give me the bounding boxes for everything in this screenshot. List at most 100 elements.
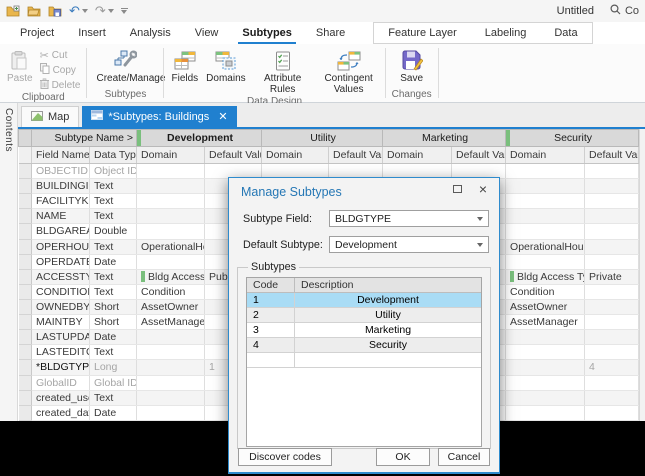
save-project-icon[interactable] xyxy=(48,5,62,17)
fields-button[interactable]: Fields xyxy=(167,47,202,86)
row-selector[interactable] xyxy=(19,209,32,224)
subtype-code-cell[interactable]: 3 xyxy=(247,323,295,337)
cell-value[interactable] xyxy=(137,224,205,239)
cell-value[interactable]: Condition xyxy=(506,284,585,299)
redo-button[interactable]: ↷ xyxy=(95,5,114,17)
subtype-field-dropdown[interactable]: BLDGTYPE xyxy=(329,210,489,227)
cell-data-type[interactable]: Text xyxy=(90,239,137,254)
column-header-default-value[interactable]: Default Value xyxy=(205,147,262,164)
contextual-tab-data[interactable]: Data xyxy=(540,23,591,43)
cell-field-name[interactable]: LASTUPDATE xyxy=(32,330,90,345)
subtype-description-cell[interactable]: Security xyxy=(295,338,481,352)
column-header-data-type[interactable]: Data Type xyxy=(90,147,137,164)
command-search[interactable]: Co xyxy=(610,4,639,18)
column-header-domain[interactable]: Domain xyxy=(383,147,452,164)
cell-data-type[interactable]: Text xyxy=(90,209,137,224)
group-header-security[interactable]: Security xyxy=(506,130,639,147)
cell-field-name[interactable]: OBJECTID xyxy=(32,164,90,179)
column-header-default-value[interactable]: Default Value xyxy=(585,147,639,164)
row-selector[interactable] xyxy=(19,345,32,360)
delete-button[interactable]: Delete xyxy=(37,78,84,92)
cell-data-type[interactable]: Text xyxy=(90,284,137,299)
column-header-default-value[interactable]: Default Value xyxy=(452,147,506,164)
subtype-code-row[interactable] xyxy=(247,353,481,368)
cell-value[interactable] xyxy=(137,345,205,360)
cell-value[interactable] xyxy=(506,390,585,405)
cell-field-name[interactable]: created_date xyxy=(32,405,90,420)
subtype-code-cell[interactable]: 2 xyxy=(247,308,295,322)
cell-value[interactable]: AssetManager xyxy=(137,315,205,330)
description-column-header[interactable]: Description xyxy=(295,278,481,292)
cell-value[interactable] xyxy=(506,179,585,194)
code-column-header[interactable]: Code xyxy=(247,278,295,292)
contextual-tab-feature-layer[interactable]: Feature Layer xyxy=(374,23,470,43)
cell-value[interactable] xyxy=(585,299,639,314)
group-header-utility[interactable]: Utility xyxy=(262,130,383,147)
cell-value[interactable] xyxy=(137,360,205,375)
cell-value[interactable] xyxy=(137,375,205,390)
ribbon-tab-subtypes[interactable]: Subtypes xyxy=(230,22,304,44)
cell-value[interactable]: AssetOwner xyxy=(137,299,205,314)
default-subtype-dropdown[interactable]: Development xyxy=(329,236,489,253)
cut-button[interactable]: ✂Cut xyxy=(37,48,84,62)
cell-field-name[interactable]: GlobalID xyxy=(32,375,90,390)
cell-value[interactable] xyxy=(585,284,639,299)
cell-value[interactable] xyxy=(137,330,205,345)
cell-value[interactable] xyxy=(585,224,639,239)
row-selector[interactable] xyxy=(19,405,32,420)
document-tab-subtypes[interactable]: *Subtypes: Buildings✕ xyxy=(82,106,236,127)
cell-field-name[interactable]: BUILDINGID xyxy=(32,179,90,194)
cell-field-name[interactable]: OWNEDBY xyxy=(32,299,90,314)
cell-data-type[interactable]: Long xyxy=(90,360,137,375)
cell-value[interactable]: AssetManager xyxy=(506,315,585,330)
ribbon-tab-analysis[interactable]: Analysis xyxy=(118,22,183,44)
subtype-description-cell[interactable]: Utility xyxy=(295,308,481,322)
cell-value[interactable] xyxy=(585,194,639,209)
row-selector[interactable] xyxy=(19,239,32,254)
cell-data-type[interactable]: Object ID xyxy=(90,164,137,179)
row-selector[interactable] xyxy=(19,179,32,194)
subtype-description-cell[interactable]: Marketing xyxy=(295,323,481,337)
document-tab-map[interactable]: Map xyxy=(21,106,79,127)
cell-value[interactable] xyxy=(585,315,639,330)
cell-value[interactable] xyxy=(585,254,639,269)
cell-field-name[interactable]: OPERHOURS xyxy=(32,239,90,254)
cell-value[interactable] xyxy=(585,179,639,194)
row-selector[interactable] xyxy=(19,194,32,209)
cell-value[interactable] xyxy=(137,194,205,209)
subtype-description-cell[interactable] xyxy=(295,353,481,367)
cell-value[interactable] xyxy=(585,239,639,254)
cell-value[interactable] xyxy=(137,209,205,224)
row-selector[interactable] xyxy=(19,360,32,375)
cell-value[interactable] xyxy=(585,390,639,405)
cell-value[interactable] xyxy=(137,254,205,269)
cell-data-type[interactable]: Text xyxy=(90,194,137,209)
ribbon-tab-insert[interactable]: Insert xyxy=(66,22,118,44)
row-selector[interactable] xyxy=(19,299,32,314)
cell-value[interactable] xyxy=(506,330,585,345)
new-project-icon[interactable] xyxy=(6,5,20,17)
cell-value[interactable]: OperationalHours xyxy=(137,239,205,254)
cell-data-type[interactable]: Double xyxy=(90,224,137,239)
cell-value[interactable] xyxy=(137,390,205,405)
contingent-values-button[interactable]: Contingent Values xyxy=(316,47,382,96)
row-selector[interactable] xyxy=(19,224,32,239)
cell-data-type[interactable]: Text xyxy=(90,390,137,405)
cell-data-type[interactable]: Short xyxy=(90,315,137,330)
cell-data-type[interactable]: Date xyxy=(90,330,137,345)
cell-data-type[interactable]: Global ID xyxy=(90,375,137,390)
row-selector[interactable] xyxy=(19,284,32,299)
discover-codes-button[interactable]: Discover codes xyxy=(238,448,332,466)
column-header-domain[interactable]: Domain xyxy=(262,147,329,164)
close-icon[interactable]: × xyxy=(479,184,487,194)
cell-field-name[interactable]: MAINTBY xyxy=(32,315,90,330)
row-selector[interactable] xyxy=(19,254,32,269)
column-header-domain[interactable]: Domain xyxy=(137,147,205,164)
contents-pane-collapsed[interactable]: Contents xyxy=(0,103,18,421)
domains-button[interactable]: Domains xyxy=(202,47,249,86)
cell-value[interactable] xyxy=(506,360,585,375)
contextual-tab-labeling[interactable]: Labeling xyxy=(471,23,541,43)
undo-dropdown-icon[interactable] xyxy=(82,9,88,13)
cell-value[interactable] xyxy=(506,209,585,224)
cell-field-name[interactable]: *BLDGTYPE xyxy=(32,360,90,375)
